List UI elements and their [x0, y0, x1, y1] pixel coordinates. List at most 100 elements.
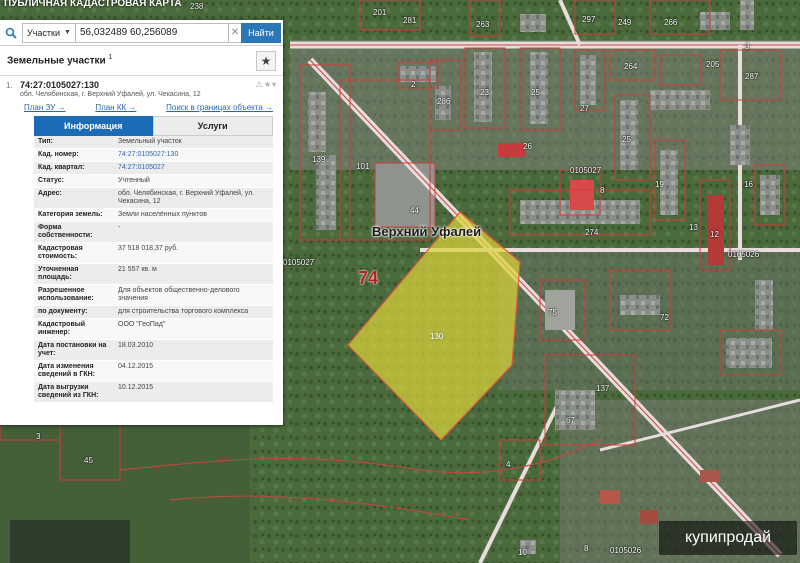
attr-row: Адрес: обл. Челябинская, г. Верхний Уфале…: [34, 188, 273, 209]
tab-services[interactable]: Услуги: [152, 116, 273, 136]
parcel-label: 139: [312, 155, 326, 164]
attr-key: Форма собственности:: [38, 224, 93, 239]
section-header: Земельные участки 1 ★: [0, 46, 283, 76]
attr-row: Форма собственности: -: [34, 222, 273, 243]
attr-row: Кад. квартал: 74:27:0105027: [34, 162, 273, 175]
tab-information[interactable]: Информация: [34, 116, 153, 136]
search-type-label: Участки: [27, 27, 60, 38]
parcel-label: 287: [745, 72, 759, 81]
attr-key: Статус:: [38, 177, 64, 184]
attr-value: для строительства торгового комплекса: [118, 308, 249, 315]
parcel-label: 26: [523, 142, 532, 151]
parcel-label: 238: [190, 2, 204, 11]
attr-key: Кад. номер:: [38, 151, 79, 158]
parcel-label: 101: [356, 162, 370, 171]
attr-value: Учтенный: [118, 177, 150, 184]
parcel-label: 25: [531, 88, 540, 97]
attr-row: Уточненная площадь: 21 557 кв. м: [34, 264, 273, 285]
attr-value-link[interactable]: 74:27:0105027:130: [114, 149, 273, 161]
selected-parcel-label[interactable]: 130: [430, 332, 443, 341]
attr-row: Тип: Земельный участок: [34, 136, 273, 149]
app-title: ПУБЛИЧНАЯ КАДАСТРОВАЯ КАРТА: [4, 0, 182, 9]
search-type-select[interactable]: Участки ▼: [22, 22, 76, 43]
attr-value: Земли населённых пунктов: [118, 211, 208, 218]
attr-row: Кад. номер: 74:27:0105027:130: [34, 149, 273, 162]
parcel-label: 266: [664, 18, 678, 27]
result-item: 1. 74:27:0105027:130 ⚠★▾ обл. Челябинска…: [0, 76, 283, 403]
attr-row: Дата постановки на учет: 18.03.2010: [34, 340, 273, 361]
attr-value: 37 518 018,37 руб.: [118, 245, 179, 252]
attr-value: ООО "ГеоПад": [118, 321, 166, 328]
parcel-label: 44: [410, 206, 419, 215]
search-bar: Участки ▼ ✕ Найти: [0, 20, 283, 46]
attr-row: Кадастровый инженер: ООО "ГеоПад": [34, 319, 273, 340]
parcel-label: 19: [655, 180, 664, 189]
chevron-down-icon: ▼: [64, 29, 71, 36]
parcel-label: 25: [622, 135, 631, 144]
parcel-label: 274: [585, 228, 599, 237]
parcel-label: 45: [84, 456, 93, 465]
attr-key: Тип:: [38, 138, 53, 145]
parcel-label: 67: [566, 416, 575, 425]
section-title: Земельные участки 1: [7, 54, 112, 66]
attr-key: Дата изменения сведений в ГКН:: [38, 363, 95, 378]
attr-row: Разрешенное использование: Для объектов о…: [34, 285, 273, 306]
parcel-label: 3: [36, 432, 41, 441]
parcel-label: 8: [600, 186, 605, 195]
result-count: 1: [108, 54, 113, 62]
plan-kk-link[interactable]: План КК →: [95, 103, 136, 112]
attr-key: Адрес:: [38, 190, 62, 197]
attr-key: по документу:: [38, 308, 88, 315]
parcel-label: 263: [476, 20, 490, 29]
parcel-label: 281: [403, 16, 417, 25]
parcel-label: 13: [689, 223, 698, 232]
parcel-label: 72: [660, 313, 669, 322]
attr-value: -: [118, 224, 121, 231]
parcel-label: 23: [480, 88, 489, 97]
attr-value: Земельный участок: [118, 138, 182, 145]
search-input[interactable]: [75, 22, 229, 43]
close-icon[interactable]: ✕: [229, 22, 241, 43]
attr-key: Категория земель:: [38, 211, 103, 218]
result-number: 1.: [6, 81, 13, 90]
parcel-label: 0105027: [283, 258, 315, 267]
parcel-label: 205: [706, 60, 720, 69]
parcel-label: 0105026: [610, 546, 642, 555]
info-panel: Участки ▼ ✕ Найти Земельные участки 1 ★ …: [0, 20, 283, 425]
attr-key: Дата выгрузки сведений из ГКН:: [38, 384, 99, 399]
parcel-label: 3: [745, 42, 750, 51]
result-address: обл. Челябинская, г. Верхний Уфалей, ул.…: [20, 91, 201, 98]
find-button[interactable]: Найти: [241, 22, 281, 43]
parcel-label: 264: [624, 62, 638, 71]
search-in-bounds-link[interactable]: Поиск в границах объекта →: [166, 103, 273, 112]
attr-value: 21 557 кв. м: [118, 266, 157, 273]
parcel-label: 27: [580, 104, 589, 113]
attr-value: 18.03.2010: [118, 342, 154, 349]
plan-zu-link[interactable]: План ЗУ →: [24, 103, 66, 112]
tabs: Информация Услуги: [34, 116, 273, 136]
parcel-label: 4: [506, 460, 511, 469]
parcel-label: 10: [518, 548, 527, 557]
parcel-label: 2: [411, 80, 416, 89]
favorite-star-button[interactable]: ★: [256, 50, 276, 71]
attr-key: Кадастровая стоимость:: [38, 245, 83, 260]
attr-key: Уточненная площадь:: [38, 266, 79, 281]
parcel-label: 8: [584, 544, 589, 553]
parcel-label: 0105026: [728, 250, 760, 259]
cadastral-number[interactable]: 74:27:0105027:130: [20, 80, 99, 90]
attr-key: Разрешенное использование:: [38, 287, 94, 302]
item-links: План ЗУ → План КК → Поиск в границах объ…: [6, 99, 277, 116]
watermark-logo: купипродай: [659, 521, 797, 555]
search-icon[interactable]: [0, 20, 22, 46]
parcel-label: 16: [744, 180, 753, 189]
attr-row: Статус: Учтенный: [34, 175, 273, 188]
section-title-text: Земельные участки: [7, 55, 106, 67]
parcel-label: 137: [596, 384, 610, 393]
attr-row: по документу: для строительства торгового…: [34, 306, 273, 319]
parcel-label: 12: [710, 230, 719, 239]
attr-value-link[interactable]: 74:27:0105027: [114, 162, 273, 174]
attr-key: Дата постановки на учет:: [38, 342, 107, 357]
attr-value: обл. Челябинская, г. Верхний Уфалей, ул.…: [118, 190, 255, 205]
item-actions[interactable]: ⚠★▾: [256, 80, 277, 89]
parcel-label: 75: [548, 308, 557, 317]
